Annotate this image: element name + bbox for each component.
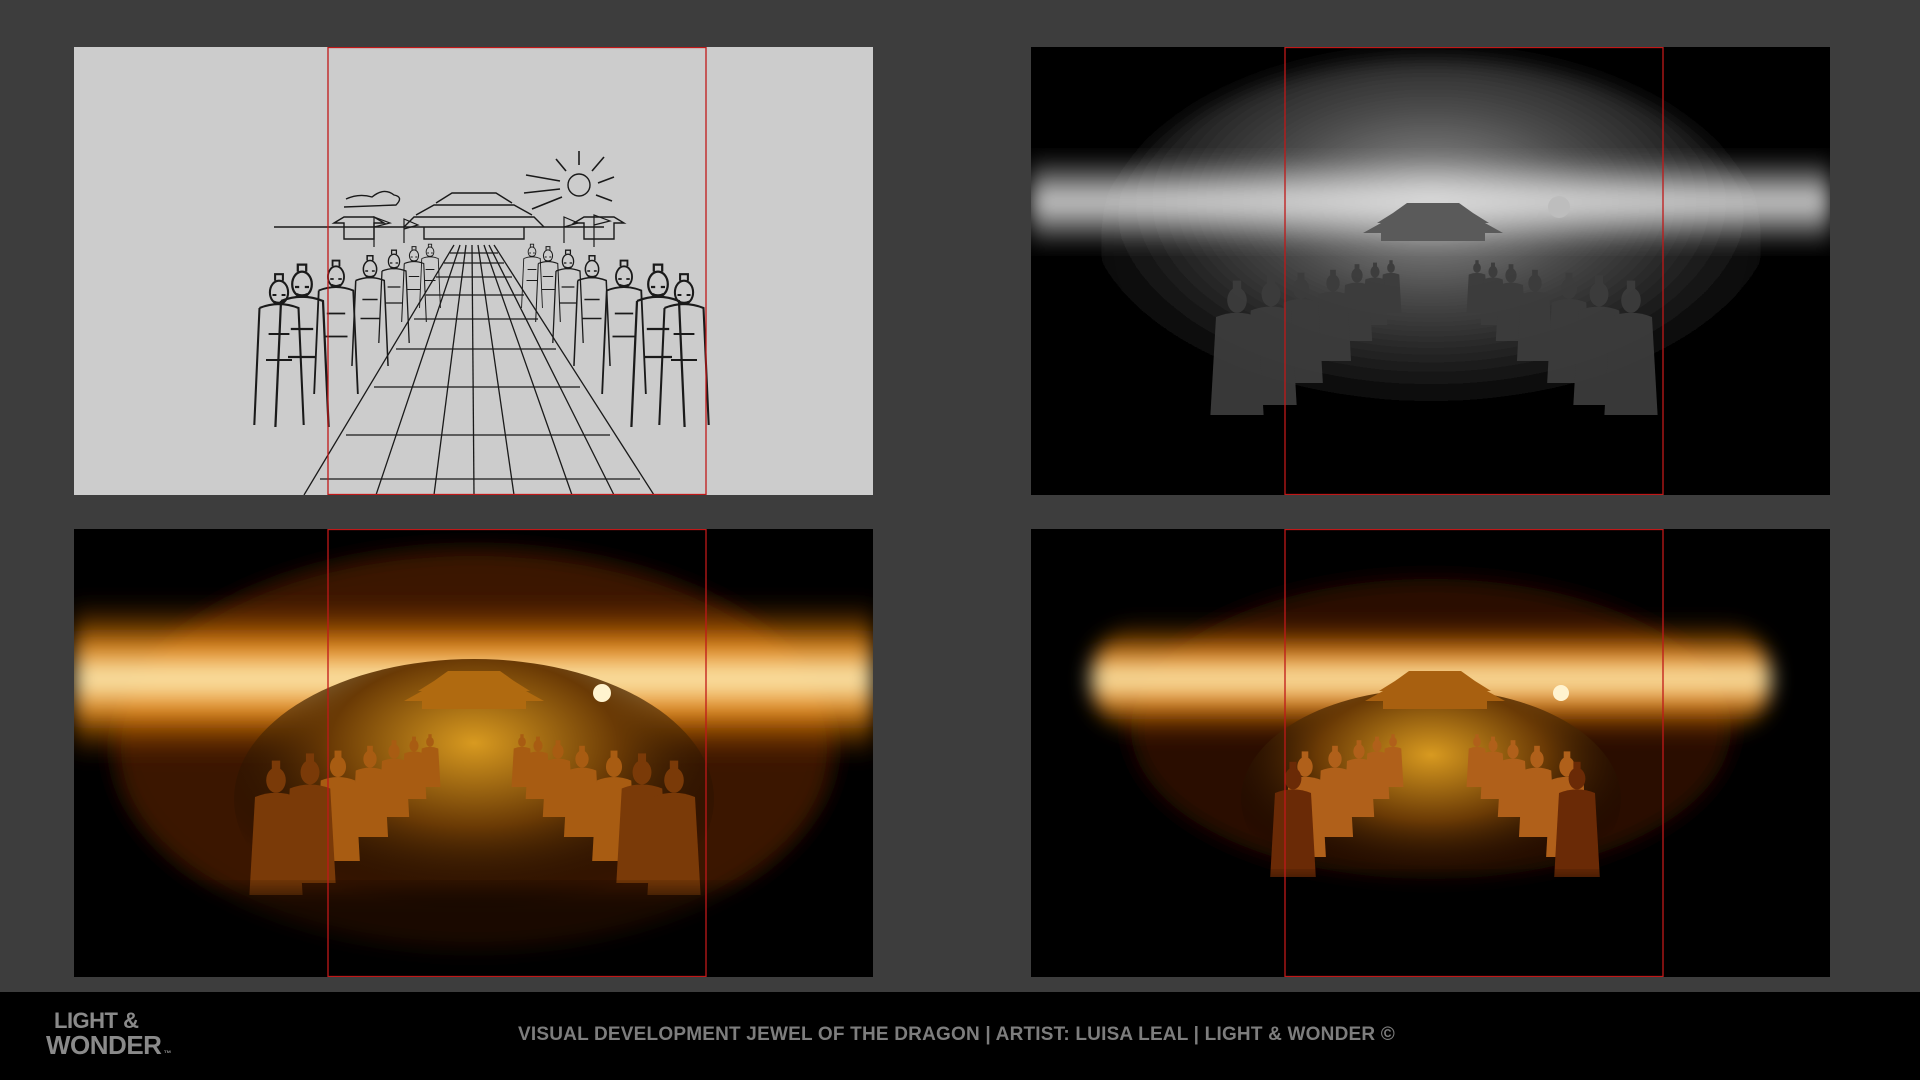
color-panel-wide: [74, 529, 873, 977]
credit-caption: VISUAL DEVELOPMENT JEWEL OF THE DRAGON |…: [518, 1024, 1395, 1045]
sketch-artwork: [74, 47, 873, 495]
brand-logo: LIGHT & WONDER ™: [46, 1008, 171, 1060]
color-panel-focused: [1031, 529, 1830, 977]
grayscale-artwork: [1031, 47, 1830, 495]
color-artwork-focused: [1031, 529, 1830, 977]
sketch-panel: [74, 47, 873, 495]
footer-bar: LIGHT & WONDER ™ VISUAL DEVELOPMENT JEWEL…: [0, 992, 1920, 1080]
color-artwork-wide: [74, 529, 873, 977]
grayscale-panel: [1031, 47, 1830, 495]
logo-line1: LIGHT &: [54, 1008, 139, 1033]
logo-line2: WONDER: [46, 1030, 162, 1060]
logo-trademark: ™: [163, 1049, 171, 1058]
artboard: LIGHT & WONDER ™ VISUAL DEVELOPMENT JEWEL…: [0, 0, 1920, 1080]
